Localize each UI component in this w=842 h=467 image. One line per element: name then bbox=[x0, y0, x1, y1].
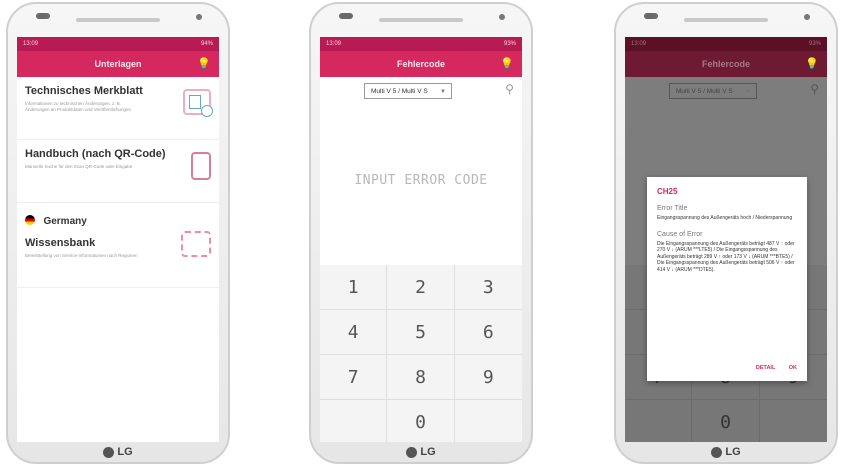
knowledge-base-card[interactable]: Germany Wissensbank Bereitstellung von S… bbox=[17, 203, 219, 288]
key-0[interactable]: 0 bbox=[387, 400, 455, 442]
error-title-text: Eingangsspannung des Außengeräts hoch / … bbox=[657, 215, 793, 221]
status-time: 13:09 bbox=[631, 41, 647, 47]
phone-frame-1: 13:09 94% Unterlagen 💡 Technisches Merkb… bbox=[6, 2, 230, 464]
lightbulb-hint-icon[interactable]: ⚲ bbox=[505, 82, 514, 96]
card-description: Bereitstellung von Service-Informationen… bbox=[25, 253, 138, 258]
app-bar: Fehlercode 💡 bbox=[320, 51, 522, 77]
key-3[interactable]: 3 bbox=[454, 265, 522, 310]
error-title-label: Error Title bbox=[657, 205, 688, 212]
numeric-keypad: 1 2 3 4 5 6 7 8 9 0 bbox=[320, 265, 522, 442]
key-2[interactable]: 2 bbox=[387, 265, 455, 310]
sensor-dot bbox=[499, 14, 505, 20]
lg-logo: LG bbox=[616, 446, 836, 458]
cause-label: Cause of Error bbox=[657, 230, 703, 238]
dialog-actions: DETAIL OK bbox=[744, 365, 797, 371]
page-title: Fehlercode bbox=[396, 59, 445, 69]
document-icon bbox=[183, 89, 213, 117]
country-label: Germany bbox=[43, 216, 87, 227]
germany-flag-icon bbox=[25, 214, 35, 225]
page-title: Unterlagen bbox=[94, 59, 142, 69]
speaker-grille bbox=[76, 18, 160, 22]
product-selector-row: Multi V 5 / Multi V S ▼ ⚲ bbox=[625, 77, 827, 105]
page-title: Fehlercode bbox=[701, 59, 750, 69]
status-time: 13:09 bbox=[326, 41, 342, 47]
key-blank-left[interactable] bbox=[320, 400, 388, 442]
error-code: CH25 bbox=[657, 187, 678, 196]
dropdown-value: Multi V 5 / Multi V S bbox=[371, 88, 428, 95]
key-blank-right bbox=[760, 400, 827, 442]
key-9[interactable]: 9 bbox=[454, 355, 522, 400]
lightbulb-icon: 💡 bbox=[805, 58, 819, 70]
key-4[interactable]: 4 bbox=[320, 310, 388, 355]
front-camera bbox=[644, 13, 658, 19]
lg-logo: LG bbox=[8, 446, 228, 458]
phone-qr-icon bbox=[191, 152, 211, 180]
country-selector[interactable]: Germany bbox=[25, 211, 211, 229]
ok-button[interactable]: OK bbox=[789, 365, 797, 371]
lg-logo-icon bbox=[406, 446, 418, 458]
card-title: Handbuch (nach QR-Code) bbox=[25, 148, 166, 160]
phone-frame-2: 13:09 93% Fehlercode 💡 Multi V 5 / Multi… bbox=[309, 2, 533, 464]
tech-bulletin-card[interactable]: Technisches Merkblatt Informationen zu t… bbox=[17, 77, 219, 140]
circuit-chip-icon bbox=[181, 231, 211, 257]
front-camera bbox=[339, 13, 353, 19]
status-bar: 13:09 94% bbox=[17, 37, 219, 51]
speaker-grille bbox=[379, 18, 463, 22]
sensor-dot bbox=[196, 14, 202, 20]
manual-card[interactable]: Handbuch (nach QR-Code) Manuelle Suche f… bbox=[17, 140, 219, 203]
status-bar: 13:09 93% bbox=[625, 37, 827, 51]
key-6[interactable]: 6 bbox=[454, 310, 522, 355]
input-placeholder: INPUT ERROR CODE bbox=[354, 172, 488, 188]
product-dropdown[interactable]: Multi V 5 / Multi V S ▼ bbox=[364, 83, 452, 99]
error-detail-dialog: CH25 Error Title Eingangsspannung des Au… bbox=[647, 177, 807, 381]
dropdown-value: Multi V 5 / Multi V S bbox=[676, 88, 733, 95]
key-1[interactable]: 1 bbox=[320, 265, 388, 310]
documents-screen: 13:09 94% Unterlagen 💡 Technisches Merkb… bbox=[17, 37, 219, 442]
status-bar: 13:09 93% bbox=[320, 37, 522, 51]
detail-button[interactable]: DETAIL bbox=[756, 365, 775, 371]
cause-text: Die Eingangsspannung des Außengeräts bet… bbox=[657, 240, 795, 273]
lightbulb-hint-icon: ⚲ bbox=[810, 82, 819, 96]
key-blank-left bbox=[625, 400, 693, 442]
phone-frame-3: 13:09 93% Fehlercode 💡 Multi V 5 / Multi… bbox=[614, 2, 838, 464]
status-battery: 94% bbox=[200, 41, 213, 47]
speaker-grille bbox=[684, 18, 768, 22]
error-code-input[interactable]: INPUT ERROR CODE bbox=[320, 105, 522, 255]
lg-logo: LG bbox=[311, 446, 531, 458]
status-battery: 93% bbox=[503, 41, 516, 47]
product-selector-row: Multi V 5 / Multi V S ▼ ⚲ bbox=[320, 77, 522, 105]
card-description: Manuelle Suche für den Scan QR-Code oder… bbox=[25, 164, 133, 169]
chevron-down-icon: ▼ bbox=[745, 89, 751, 95]
status-battery: 93% bbox=[808, 41, 821, 47]
app-bar: Unterlagen 💡 bbox=[17, 51, 219, 77]
key-blank-right[interactable] bbox=[455, 400, 522, 442]
status-time: 13:09 bbox=[23, 41, 39, 47]
chevron-down-icon: ▼ bbox=[440, 89, 446, 95]
front-camera bbox=[36, 13, 50, 19]
key-8[interactable]: 8 bbox=[387, 355, 455, 400]
key-7[interactable]: 7 bbox=[320, 355, 388, 400]
error-code-screen: 13:09 93% Fehlercode 💡 Multi V 5 / Multi… bbox=[320, 37, 522, 442]
lg-logo-icon bbox=[103, 446, 115, 458]
key-5[interactable]: 5 bbox=[387, 310, 455, 355]
error-detail-screen: 13:09 93% Fehlercode 💡 Multi V 5 / Multi… bbox=[625, 37, 827, 442]
app-bar: Fehlercode 💡 bbox=[625, 51, 827, 77]
lightbulb-icon[interactable]: 💡 bbox=[197, 57, 211, 70]
lightbulb-icon[interactable]: 💡 bbox=[500, 57, 514, 70]
lg-logo-icon bbox=[711, 446, 723, 458]
product-dropdown: Multi V 5 / Multi V S ▼ bbox=[669, 83, 757, 99]
key-0: 0 bbox=[692, 400, 760, 442]
card-description: Informationen zu technischen Änderungen,… bbox=[25, 101, 132, 112]
sensor-dot bbox=[804, 14, 810, 20]
